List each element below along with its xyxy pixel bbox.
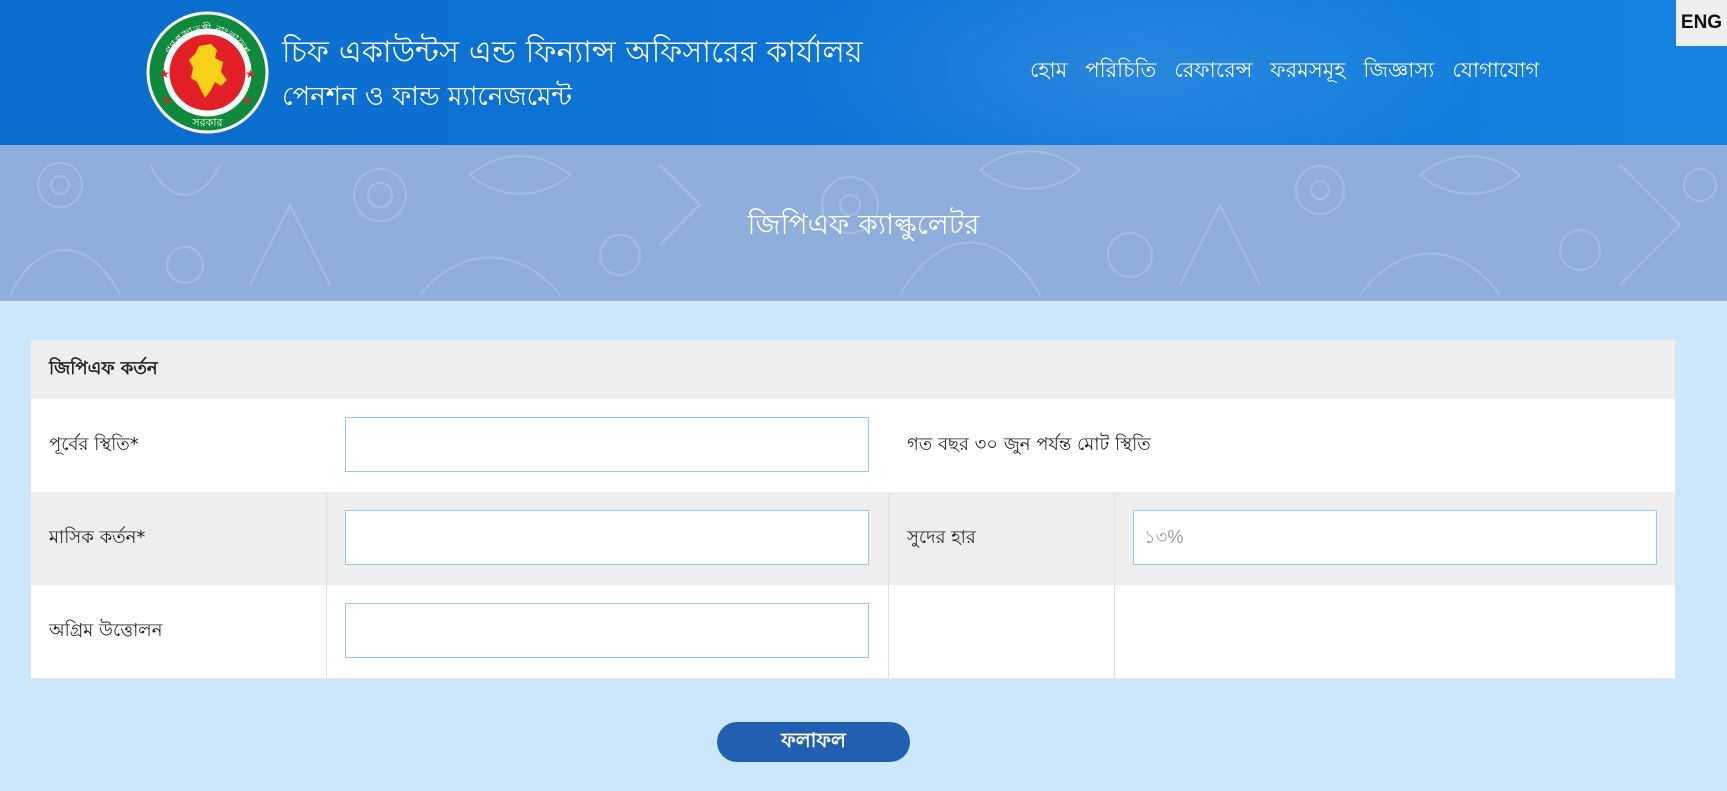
column-divider xyxy=(326,585,327,678)
page-banner: জিপিএফ ক্যাল্কুলেটর xyxy=(0,145,1727,301)
previous-balance-input[interactable] xyxy=(345,417,869,472)
column-divider xyxy=(888,585,889,678)
form-heading: জিপিএফ কর্তন xyxy=(31,340,1675,399)
nav-forms[interactable]: ফরমসমূহ xyxy=(1270,54,1345,89)
nav-reference[interactable]: রেফারেন্স xyxy=(1174,54,1252,89)
office-title: চিফ একাউন্টস এন্ড ফিন্যান্স অফিসারের কার… xyxy=(282,35,863,70)
advance-withdrawal-label: অগ্রিম উত্তোলন xyxy=(49,620,163,641)
interest-rate-label: সুদের হার xyxy=(907,527,976,548)
monthly-deduction-label: মাসিক কর্তন* xyxy=(49,527,146,548)
svg-text:★: ★ xyxy=(245,67,256,81)
main-navigation: হোম পরিচিতি রেফারেন্স ফরমসমূহ জিজ্ঞাস্য … xyxy=(1030,54,1539,89)
nav-home[interactable]: হোম xyxy=(1030,54,1067,89)
previous-balance-label: পূর্বের স্থিতি* xyxy=(49,434,139,455)
form-row-previous-balance: পূর্বের স্থিতি* গত বছর ৩০ জুন পর্যন্ত মো… xyxy=(31,399,1675,492)
seal-text-bottom: সরকার xyxy=(191,116,223,129)
site-header: ★ ★ ★ ★ গণপ্রজাতন্ত্রী বাংলাদেশ সরকার চি… xyxy=(0,0,1727,145)
advance-withdrawal-input[interactable] xyxy=(345,603,869,658)
page-title: জিপিএফ ক্যাল্কুলেটর xyxy=(747,208,980,241)
office-subtitle: পেনশন ও ফান্ড ম্যানেজমেন্ট xyxy=(282,82,572,112)
svg-text:★: ★ xyxy=(162,94,172,107)
interest-rate-input[interactable] xyxy=(1133,510,1657,565)
svg-text:★: ★ xyxy=(242,94,252,107)
form-row-advance-withdrawal: অগ্রিম উত্তোলন xyxy=(31,585,1675,678)
column-divider xyxy=(326,492,327,585)
svg-text:★: ★ xyxy=(159,67,170,81)
result-button[interactable]: ফলাফল xyxy=(717,722,910,762)
government-seal-logo[interactable]: ★ ★ ★ ★ গণপ্রজাতন্ত্রী বাংলাদেশ সরকার xyxy=(145,10,270,135)
seal-icon: ★ ★ ★ ★ গণপ্রজাতন্ত্রী বাংলাদেশ সরকার xyxy=(146,11,269,134)
gpf-form-card: জিপিএফ কর্তন পূর্বের স্থিতি* গত বছর ৩০ জ… xyxy=(30,339,1676,679)
form-row-monthly-deduction: মাসিক কর্তন* সুদের হার xyxy=(31,492,1675,585)
nav-contact[interactable]: যোগাযোগ xyxy=(1452,54,1539,89)
nav-about[interactable]: পরিচিতি xyxy=(1085,54,1156,89)
column-divider xyxy=(888,492,889,585)
column-divider xyxy=(1114,585,1115,678)
monthly-deduction-input[interactable] xyxy=(345,510,869,565)
language-toggle-button[interactable]: ENG xyxy=(1676,0,1727,46)
nav-faq[interactable]: জিজ্ঞাস্য xyxy=(1363,54,1434,89)
previous-balance-hint: গত বছর ৩০ জুন পর্যন্ত মোট স্থিতি xyxy=(907,434,1151,455)
column-divider xyxy=(1114,492,1115,585)
